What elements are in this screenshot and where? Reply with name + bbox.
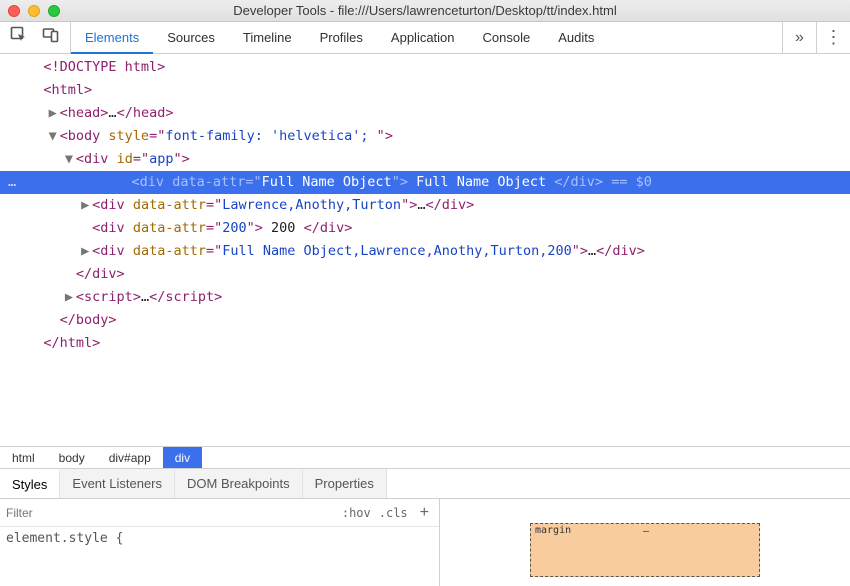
device-mode-icon[interactable] [42,26,60,49]
new-style-rule-button[interactable]: + [416,504,433,522]
breadcrumb-div[interactable]: div [163,447,202,468]
tab-sources[interactable]: Sources [153,22,229,53]
tab-audits[interactable]: Audits [544,22,608,53]
devtools-toolbar: ElementsSourcesTimelineProfilesApplicati… [0,22,850,54]
minimize-window-button[interactable] [28,5,40,17]
box-model-margin[interactable]: margin – [530,523,760,577]
dom-line[interactable]: <div data-attr="200"> 200 </div> [0,217,850,240]
elements-dom-tree[interactable]: <!DOCTYPE html> <html> ▶<head>…</head> ▼… [0,54,850,446]
toolbar-left-icons [0,22,71,53]
hover-toggle[interactable]: :hov [342,506,371,520]
subtab-styles[interactable]: Styles [0,469,60,498]
subtab-event-listeners[interactable]: Event Listeners [60,469,175,498]
window-titlebar: Developer Tools - file:///Users/lawrence… [0,0,850,22]
dom-line[interactable]: ▶<div data-attr="Full Name Object,Lawren… [0,240,850,263]
close-window-button[interactable] [8,5,20,17]
styles-left-column: :hov .cls + element.style { [0,499,440,586]
cls-toggle[interactable]: .cls [379,506,408,520]
breadcrumb-body[interactable]: body [47,447,97,468]
dom-line[interactable]: ▼<body style="font-family: 'helvetica'; … [0,125,850,148]
inspect-element-icon[interactable] [10,26,28,49]
devtools-menu-button[interactable]: ⋮ [816,22,850,53]
box-model-column: margin – [440,499,850,586]
styles-filter-bar: :hov .cls + [0,499,439,527]
tab-application[interactable]: Application [377,22,469,53]
breadcrumb-html[interactable]: html [0,447,47,468]
devtools-tabs: ElementsSourcesTimelineProfilesApplicati… [71,22,782,53]
tab-timeline[interactable]: Timeline [229,22,306,53]
subtab-properties[interactable]: Properties [303,469,387,498]
tab-elements[interactable]: Elements [71,22,153,53]
dom-breadcrumbs: htmlbodydiv#appdiv [0,446,850,468]
dom-line[interactable]: </html> [0,332,850,355]
dom-line[interactable]: ▶<div data-attr="Lawrence,Anothy,Turton"… [0,194,850,217]
styles-filter-input[interactable] [6,506,334,520]
element-style-rule[interactable]: element.style { [0,527,439,550]
window-controls [8,5,60,17]
tab-profiles[interactable]: Profiles [306,22,377,53]
window-title: Developer Tools - file:///Users/lawrence… [0,3,850,18]
subtab-dom-breakpoints[interactable]: DOM Breakpoints [175,469,303,498]
breadcrumb-div-app[interactable]: div#app [97,447,163,468]
tabs-overflow-button[interactable]: » [782,22,816,53]
dom-line[interactable]: <!DOCTYPE html> [0,56,850,79]
styles-pane: :hov .cls + element.style { margin – [0,498,850,586]
dom-line[interactable]: <html> [0,79,850,102]
styles-subtabs: StylesEvent ListenersDOM BreakpointsProp… [0,468,850,498]
dom-line[interactable]: ▶<script>…</script> [0,286,850,309]
tab-console[interactable]: Console [469,22,545,53]
box-model-margin-top-value: – [643,526,649,537]
maximize-window-button[interactable] [48,5,60,17]
dom-line[interactable]: ▶<head>…</head> [0,102,850,125]
dom-line[interactable]: … <div data-attr="Full Name Object"> Ful… [0,171,850,194]
box-model-margin-label: margin [535,525,571,536]
dom-line[interactable]: </body> [0,309,850,332]
dom-line[interactable]: </div> [0,263,850,286]
dom-line[interactable]: ▼<div id="app"> [0,148,850,171]
